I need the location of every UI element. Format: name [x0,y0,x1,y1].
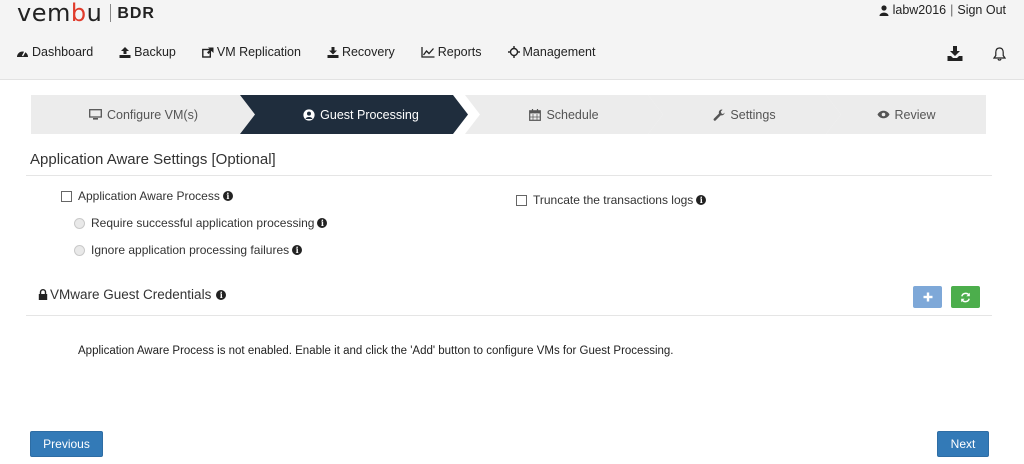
refresh-icon [961,292,970,302]
nav-backup[interactable]: Backup [119,45,176,59]
truncate-logs-label: Truncate the transactions logs [533,193,694,207]
app-aware-process-row: Application Aware Process i [61,189,233,203]
user-separator: | [950,3,954,17]
info-icon[interactable]: i [292,245,303,255]
calendar-icon [529,108,542,121]
top-header: vembu BDR labw2016 | Sign Out Dashboard … [0,0,1024,80]
nav-backup-label: Backup [134,45,176,59]
previous-button[interactable]: Previous [30,431,103,457]
vmware-guest-credentials-title: VMware Guest Credentials i [38,287,227,302]
nav-management[interactable]: Management [507,45,596,59]
ignore-failures-radio[interactable] [74,244,85,256]
bell-icon[interactable] [993,46,1006,61]
plus-icon [923,292,932,302]
require-success-radio[interactable] [74,217,85,229]
wrench-icon [713,108,726,121]
logo-wordmark: vembu [17,0,103,27]
step-settings-label: Settings [730,107,776,122]
refresh-button[interactable] [951,286,980,308]
info-icon[interactable]: i [317,218,328,228]
step-review-label: Review [894,107,936,122]
ignore-failures-row: Ignore application processing failures i [74,243,303,257]
add-credentials-button[interactable] [913,286,942,308]
download-icon [327,46,339,58]
app-aware-process-label: Application Aware Process [78,189,220,203]
user-icon [879,4,889,16]
sign-out-link[interactable]: Sign Out [957,3,1006,17]
nav-vm-replication[interactable]: VM Replication [201,45,301,59]
divider [26,175,992,176]
step-configure-vms[interactable]: Configure VM(s) [31,95,256,134]
nav-recovery-label: Recovery [341,45,395,59]
upload-icon [119,46,131,58]
nav-reports[interactable]: Reports [421,45,482,59]
line-chart-icon [421,46,435,58]
user-area: labw2016 | Sign Out [879,3,1006,17]
app-aware-settings-title: Application Aware Settings [Optional] [30,151,276,168]
wizard-steps: Configure VM(s) Guest Processing Schedul… [31,95,986,134]
guest-processing-message: Application Aware Process is not enabled… [78,345,674,357]
download-tray-icon[interactable] [947,46,963,61]
info-icon[interactable]: i [222,191,233,201]
step-settings[interactable]: Settings [648,95,841,134]
logo-divider [110,4,112,22]
divider [26,315,992,316]
app-aware-process-checkbox[interactable] [61,190,72,202]
crosshairs-icon [507,46,520,58]
step-schedule[interactable]: Schedule [465,95,663,134]
step-review[interactable]: Review [826,95,986,134]
logo-product: BDR [117,5,155,22]
truncate-logs-row: Truncate the transactions logs i [516,193,707,207]
step-schedule-label: Schedule [546,107,599,122]
user-name: labw2016 [892,3,947,17]
step-guest-processing[interactable]: Guest Processing [240,95,468,134]
vembu-bdr-logo[interactable]: vembu BDR [17,0,155,27]
main-nav: Dashboard Backup VM Replication Recovery… [16,45,621,59]
nav-management-label: Management [522,45,596,59]
lock-icon [38,289,48,300]
truncate-logs-checkbox[interactable] [516,194,527,206]
monitor-icon [89,109,102,120]
eye-icon [877,110,889,119]
dashboard-icon [17,50,28,57]
nav-reports-label: Reports [437,45,482,59]
nav-recovery[interactable]: Recovery [327,45,395,59]
nav-vm-replication-label: VM Replication [216,45,301,59]
header-tools [947,46,1006,61]
user-circle-icon [303,108,315,121]
external-link-icon [201,47,214,58]
ignore-failures-label: Ignore application processing failures [91,243,290,257]
next-button[interactable]: Next [937,431,989,457]
step-configure-vms-label: Configure VM(s) [107,107,198,122]
credentials-title-text: VMware Guest Credentials [50,287,212,302]
step-guest-processing-label: Guest Processing [320,107,419,122]
nav-dashboard-label: Dashboard [32,45,94,59]
require-success-label: Require successful application processin… [91,216,315,230]
info-icon[interactable]: i [696,195,707,205]
nav-dashboard[interactable]: Dashboard [16,45,93,59]
require-success-row: Require successful application processin… [74,216,328,230]
info-icon[interactable]: i [216,289,227,300]
